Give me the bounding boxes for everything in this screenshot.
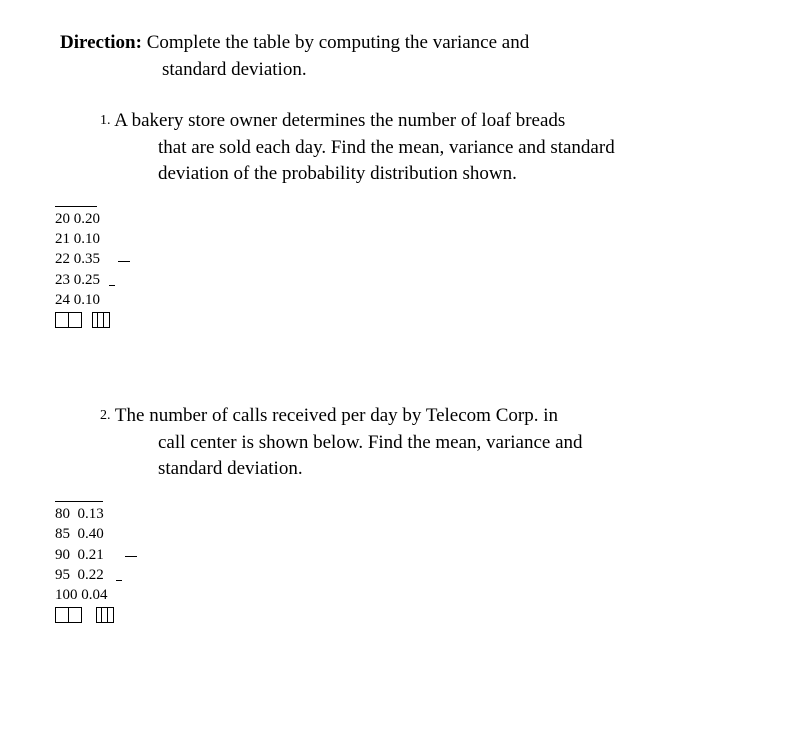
dash-mark [109, 285, 115, 286]
problem-2-data: 80 0.13 85 0.40 90 0.21 95 0.22 100 0.04 [55, 501, 741, 623]
direction-block: Direction: Complete the table by computi… [60, 30, 741, 83]
data-row: 22 0.35 [55, 249, 741, 269]
problem-2-line3: standard deviation. [158, 456, 741, 483]
problem-1-text: 1. A bakery store owner determines the n… [100, 108, 741, 188]
data-row: 23 0.25 [55, 270, 741, 290]
problem-2-line2: call center is shown below. Find the mea… [158, 430, 741, 457]
data-row: 80 0.13 [55, 504, 741, 524]
answer-boxes [55, 607, 741, 623]
data-row: 20 0.20 [55, 209, 741, 229]
problem-1-data: 20 0.20 21 0.10 22 0.35 23 0.25 24 0.10 [55, 206, 741, 328]
answer-boxes [55, 312, 741, 328]
answer-box [68, 312, 82, 328]
problem-1-line3: deviation of the probability distributio… [158, 161, 741, 188]
table-top-rule [55, 501, 103, 502]
data-row: 21 0.10 [55, 229, 741, 249]
data-row: 90 0.21 [55, 545, 741, 565]
direction-text-2: standard deviation. [162, 57, 741, 84]
data-row: 85 0.40 [55, 524, 741, 544]
direction-text-1: Complete the table by computing the vari… [142, 32, 529, 53]
problem-2-line1: The number of calls received per day by … [111, 405, 558, 426]
answer-triple-box [96, 607, 114, 623]
data-row: 100 0.04 [55, 585, 741, 605]
table-top-rule [55, 206, 97, 207]
problem-1-line1: A bakery store owner determines the numb… [111, 110, 566, 131]
answer-box [68, 607, 82, 623]
problem-1: 1. A bakery store owner determines the n… [60, 108, 741, 328]
problem-2-number: 2. [100, 408, 111, 423]
direction-label: Direction: [60, 32, 142, 53]
problem-1-line2: that are sold each day. Find the mean, v… [158, 135, 741, 162]
data-row: 24 0.10 [55, 290, 741, 310]
answer-triple-box [92, 312, 110, 328]
dash-mark [118, 261, 130, 262]
dash-mark [125, 556, 137, 557]
problem-2-text: 2. The number of calls received per day … [100, 403, 741, 483]
dash-mark [116, 580, 122, 581]
problem-1-number: 1. [100, 113, 111, 128]
problem-2: 2. The number of calls received per day … [60, 403, 741, 623]
data-row: 95 0.22 [55, 565, 741, 585]
answer-box [55, 607, 69, 623]
answer-box [55, 312, 69, 328]
